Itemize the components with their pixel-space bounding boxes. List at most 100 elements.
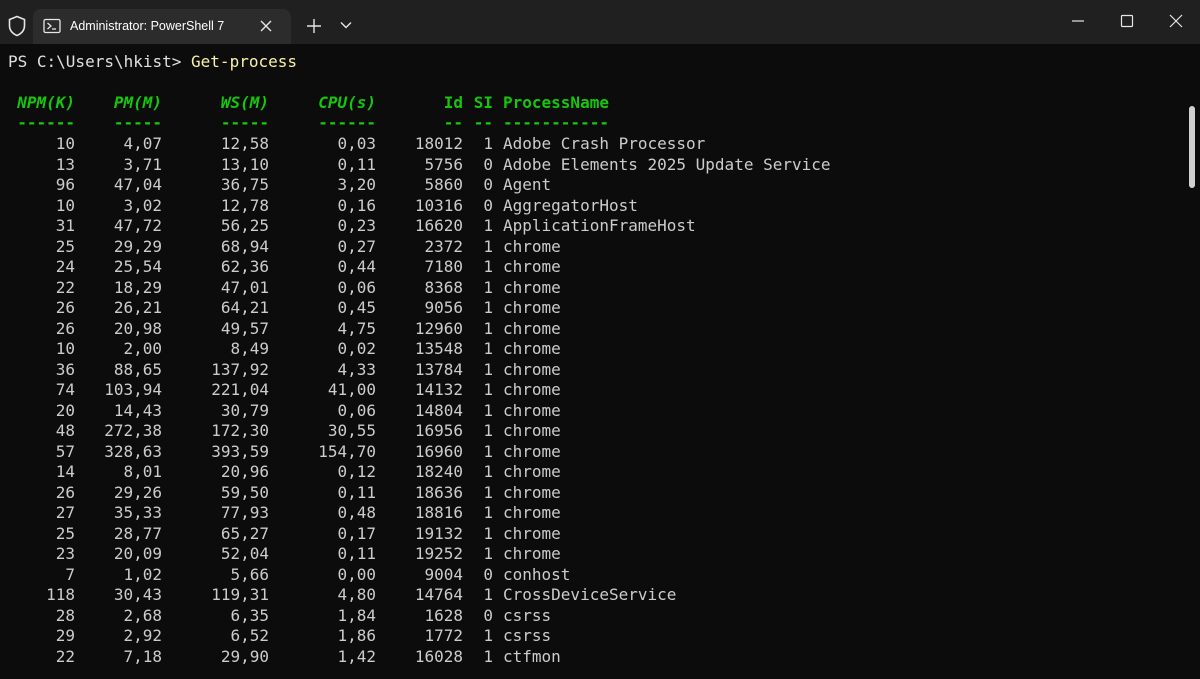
cell-npm: 96 [55,175,75,194]
cell-pm: 1,02 [123,564,162,584]
cell-cpu: 0,27 [337,236,376,256]
cell-si: 1 [483,585,493,604]
maximize-icon[interactable] [1118,12,1136,30]
cell-name: Adobe Elements 2025 Update Service [503,154,831,174]
cell-ws: 29,90 [220,646,269,666]
cell-npm: 14 [55,462,75,481]
cell-si: 1 [483,216,493,235]
cell-cpu: 0,06 [337,277,376,297]
cell-id: 16620 [414,216,463,235]
cell-npm: 10 [55,195,75,215]
cell-npm: 48 [55,421,75,440]
cell-si: 0 [483,175,493,194]
cell-npm: 26 [55,482,75,502]
cell-id: 12960 [414,318,463,338]
cell-npm: 10 [55,339,75,358]
chevron-down-icon[interactable] [339,20,353,30]
cell-npm: 25 [55,236,75,256]
cell-id: 19132 [414,523,463,543]
cell-name: chrome [503,339,561,358]
scrollbar[interactable] [1189,106,1195,188]
cell-npm: 27 [55,503,75,522]
cell-si: 1 [483,523,493,543]
tab-powershell[interactable]: Administrator: PowerShell 7 [33,9,291,44]
cell-npm: 28 [55,605,75,625]
cell-pm: 7,18 [123,646,162,666]
cell-name: conhost [503,564,571,584]
cell-pm: 103,94 [104,380,162,399]
cell-npm: 74 [55,380,75,399]
cell-ws: 5,66 [230,564,269,584]
cell-pm: 3,02 [123,195,162,215]
cell-name: Agent [503,175,552,194]
cell-name: chrome [503,380,561,399]
cell-si: 1 [483,359,493,379]
cell-npm: 7 [65,564,75,584]
cell-pm: 8,01 [123,462,162,481]
close-icon[interactable] [258,18,274,34]
minimize-icon[interactable] [1069,12,1087,30]
cell-cpu: 154,70 [318,441,376,461]
cell-id: 10316 [414,195,463,215]
cell-name: chrome [503,400,561,420]
cell-si: 1 [483,134,493,153]
header-pm: PM(M) [113,93,162,112]
cell-ws: 64,21 [220,298,269,317]
cell-ws: 49,57 [220,318,269,338]
cell-ws: 20,96 [220,462,269,481]
cell-pm: 14,43 [113,400,162,420]
cell-npm: 57 [55,441,75,461]
plus-icon[interactable] [305,17,323,35]
cell-pm: 30,43 [113,585,162,604]
cell-npm: 22 [55,646,75,666]
cell-npm: 31 [55,216,75,235]
header-row: NPM(K) PM(M) WS(M) CPU(s) Id SI ProcessN… [8,93,609,113]
cell-name: chrome [503,544,561,563]
cell-cpu: 4,75 [337,318,376,338]
cell-cpu: 0,12 [337,462,376,481]
cell-name: ctfmon [503,646,561,666]
cell-cpu: 1,84 [337,605,376,625]
cell-cpu: 0,03 [337,134,376,153]
header-cpu: CPU(s) [318,93,376,112]
cell-name: chrome [503,482,561,502]
cell-si: 1 [483,626,493,645]
cell-cpu: 0,11 [337,482,376,502]
cell-pm: 47,72 [113,216,162,235]
underline-si: -- [473,113,493,132]
cell-ws: 56,25 [220,216,269,235]
cell-pm: 35,33 [113,503,162,522]
command: Get-process [191,52,297,71]
cell-name: chrome [503,298,561,317]
prompt: PS C:\Users\hkist> [8,52,192,71]
cell-si: 1 [483,544,493,563]
window-close-icon[interactable] [1167,12,1185,30]
terminal-output[interactable]: PS C:\Users\hkist> Get-process NPM(K) PM… [0,44,1200,679]
cell-pm: 47,04 [113,175,162,194]
cell-id: 5860 [424,175,463,194]
cell-si: 0 [483,564,493,584]
cell-cpu: 3,20 [337,175,376,194]
cell-cpu: 0,23 [337,216,376,235]
cell-npm: 20 [55,400,75,420]
header-ws: WS(M) [220,93,269,112]
cell-cpu: 0,00 [337,564,376,584]
cell-si: 0 [483,154,493,174]
cell-name: chrome [503,441,561,461]
cell-ws: 59,50 [220,482,269,502]
cell-id: 1772 [424,626,463,645]
cell-pm: 29,29 [113,236,162,256]
cell-cpu: 30,55 [327,421,376,440]
cell-name: Adobe Crash Processor [503,134,706,153]
cell-name: chrome [503,421,561,440]
title-bar[interactable]: Administrator: PowerShell 7 [0,0,1200,44]
powershell-icon [43,18,61,34]
cell-ws: 47,01 [220,277,269,297]
cell-pm: 2,00 [123,339,162,358]
cell-si: 1 [483,503,493,522]
cell-si: 1 [483,400,493,420]
cell-ws: 119,31 [211,585,269,604]
cell-ws: 12,58 [220,134,269,153]
cell-name: chrome [503,257,561,276]
cell-id: 1628 [424,605,463,625]
